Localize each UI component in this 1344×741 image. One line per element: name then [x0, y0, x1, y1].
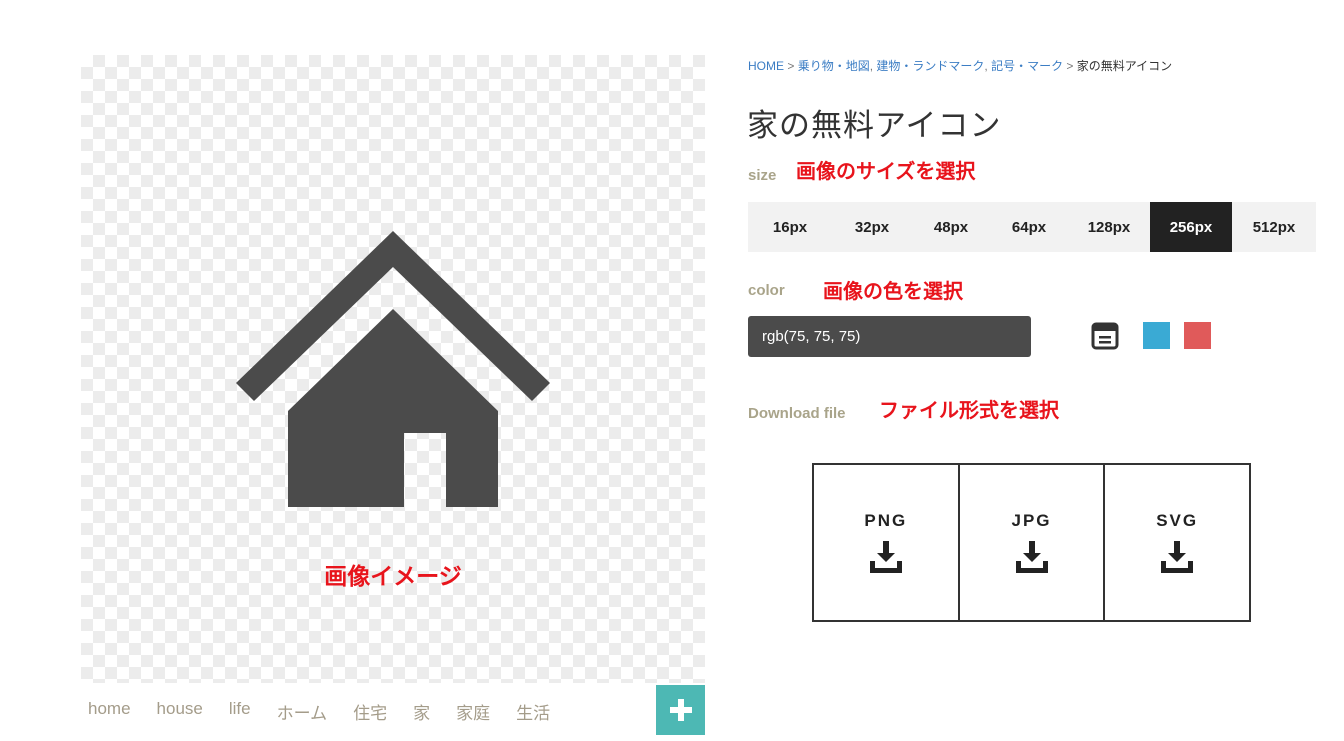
- download-label: Download file: [748, 405, 846, 422]
- size-option-48[interactable]: 48px: [912, 202, 990, 252]
- breadcrumb-separator: >: [787, 59, 798, 73]
- color-annotation: 画像の色を選択: [823, 279, 963, 303]
- house-icon: [236, 231, 550, 507]
- format-label: SVG: [1156, 510, 1199, 530]
- breadcrumb-home[interactable]: HOME: [748, 59, 784, 73]
- tag-link[interactable]: 家: [413, 699, 430, 724]
- download-annotation: ファイル形式を選択: [879, 398, 1059, 422]
- plus-icon: [669, 699, 692, 721]
- download-options: PNG JPG SVG: [812, 463, 1251, 622]
- breadcrumb-current: 家の無料アイコン: [1076, 59, 1173, 73]
- size-label: size: [748, 167, 777, 184]
- tag-link[interactable]: life: [229, 699, 251, 724]
- download-icon: [1015, 540, 1048, 573]
- page-title: 家の無料アイコン: [747, 108, 1002, 144]
- breadcrumb: HOME > 乗り物・地図, 建物・ランドマーク, 記号・マーク > 家の無料ア…: [748, 59, 1173, 73]
- format-label: JPG: [1011, 510, 1052, 530]
- download-icon: [869, 540, 902, 573]
- download-icon: [1161, 540, 1194, 573]
- tag-link[interactable]: 生活: [516, 699, 550, 724]
- download-png-button[interactable]: PNG: [814, 465, 960, 620]
- tag-link[interactable]: 家庭: [456, 699, 490, 724]
- add-button[interactable]: [656, 685, 705, 735]
- size-annotation: 画像のサイズを選択: [796, 159, 976, 183]
- color-value-field[interactable]: rgb(75, 75, 75): [748, 316, 1031, 357]
- size-option-256[interactable]: 256px: [1150, 202, 1232, 252]
- preview-caption: 画像イメージ: [324, 564, 462, 590]
- breadcrumb-separator: >: [1066, 59, 1077, 73]
- tag-link[interactable]: 住宅: [353, 699, 387, 724]
- download-jpg-button[interactable]: JPG: [960, 465, 1106, 620]
- tag-list: home house life ホーム 住宅 家 家庭 生活: [88, 699, 576, 724]
- size-option-128[interactable]: 128px: [1068, 202, 1150, 252]
- color-swatch-red[interactable]: [1184, 322, 1211, 349]
- save-color-icon[interactable]: [1091, 322, 1119, 350]
- tag-link[interactable]: home: [88, 699, 131, 724]
- size-option-64[interactable]: 64px: [990, 202, 1068, 252]
- breadcrumb-category-buildings[interactable]: 建物・ランドマーク: [876, 59, 984, 73]
- tag-link[interactable]: house: [157, 699, 203, 724]
- size-option-32[interactable]: 32px: [832, 202, 912, 252]
- breadcrumb-category-vehicles[interactable]: 乗り物・地図: [798, 59, 870, 73]
- size-selector: 16px 32px 48px 64px 128px 256px 512px: [748, 202, 1316, 252]
- size-option-512[interactable]: 512px: [1232, 202, 1316, 252]
- color-value: rgb(75, 75, 75): [762, 328, 861, 345]
- download-svg-button[interactable]: SVG: [1105, 465, 1249, 620]
- tag-link[interactable]: ホーム: [277, 699, 328, 724]
- icon-preview: 画像イメージ: [81, 55, 705, 683]
- size-option-16[interactable]: 16px: [748, 202, 832, 252]
- color-label: color: [748, 282, 785, 299]
- format-label: PNG: [864, 510, 908, 530]
- breadcrumb-category-symbols[interactable]: 記号・マーク: [991, 59, 1063, 73]
- color-swatch-blue[interactable]: [1143, 322, 1170, 349]
